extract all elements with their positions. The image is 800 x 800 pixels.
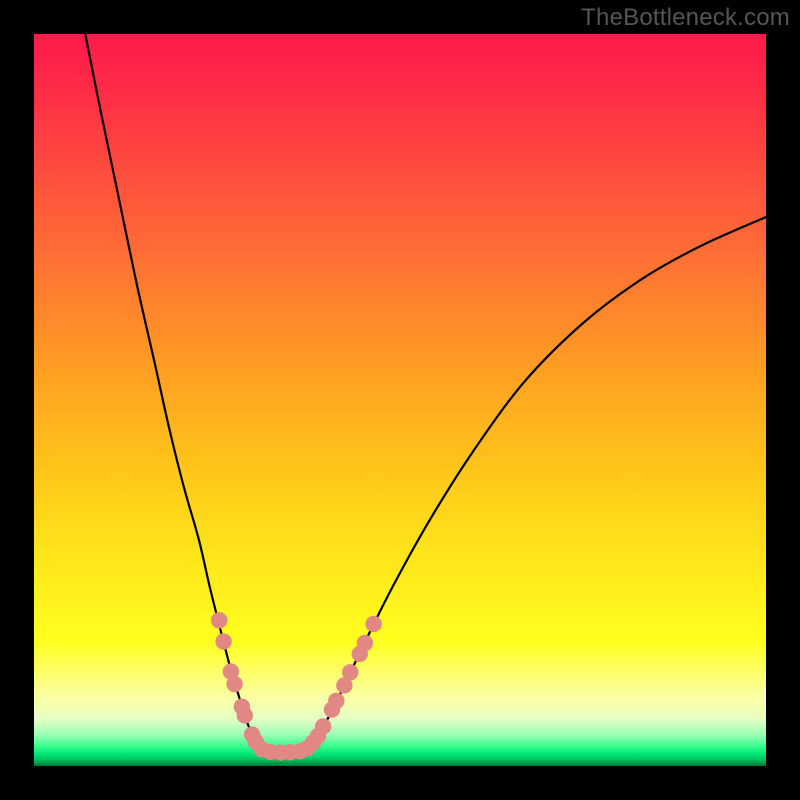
bead-marker bbox=[272, 744, 288, 760]
bead-marker bbox=[223, 663, 239, 679]
bead-layer bbox=[34, 34, 766, 766]
bead-marker bbox=[262, 744, 278, 760]
curve-layer bbox=[34, 34, 766, 766]
chart-frame: TheBottleneck.com bbox=[0, 0, 800, 800]
bead-marker bbox=[357, 635, 373, 651]
bead-marker bbox=[234, 699, 250, 715]
bead-marker bbox=[336, 677, 352, 693]
bead-marker bbox=[305, 734, 321, 750]
watermark-text: TheBottleneck.com bbox=[581, 4, 790, 32]
bead-marker bbox=[328, 693, 344, 709]
bead-marker bbox=[226, 676, 242, 692]
bead-marker bbox=[310, 728, 326, 744]
bead-marker bbox=[282, 744, 298, 760]
bead-marker bbox=[211, 612, 227, 628]
bead-marker bbox=[292, 743, 308, 759]
bead-marker bbox=[237, 707, 253, 723]
bead-marker bbox=[215, 633, 231, 649]
bead-marker bbox=[244, 726, 260, 742]
bead-marker bbox=[352, 646, 368, 662]
bead-marker bbox=[324, 701, 340, 717]
bead-marker bbox=[248, 734, 264, 750]
bead-marker bbox=[342, 664, 358, 680]
plot-area bbox=[34, 34, 766, 766]
bead-marker bbox=[365, 616, 381, 632]
bead-marker bbox=[253, 741, 269, 757]
bead-marker bbox=[315, 718, 331, 734]
bead-marker bbox=[299, 740, 315, 756]
